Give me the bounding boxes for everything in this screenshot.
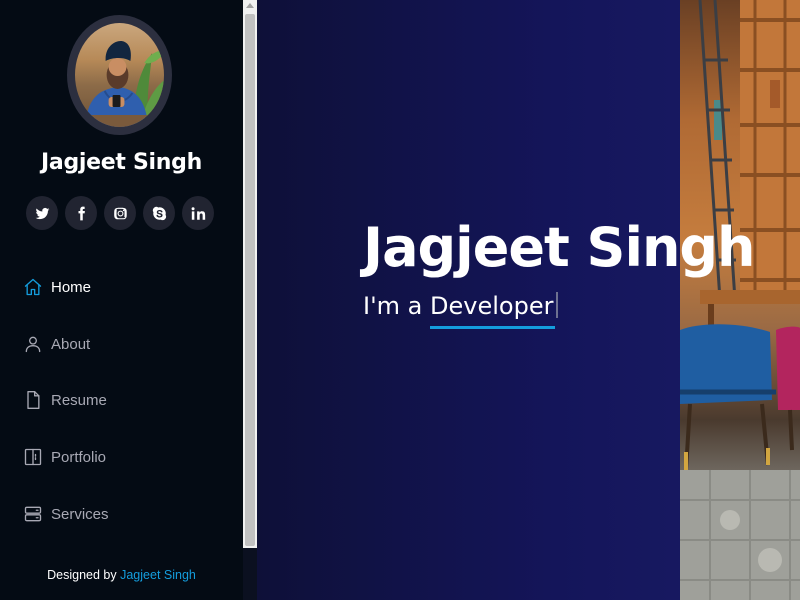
social-links	[26, 196, 214, 230]
sidebar: Jagjeet Singh Home About Resume Portfoli…	[0, 0, 243, 600]
credits-prefix: Designed by	[47, 568, 117, 582]
nav-label-resume: Resume	[51, 391, 107, 409]
facebook-icon	[78, 206, 85, 220]
hero-title: Jagjeet Singh	[363, 216, 755, 279]
scrollbar-thumb[interactable]	[245, 14, 255, 546]
server-icon	[22, 503, 44, 525]
nav-label-about: About	[51, 335, 91, 353]
linkedin-link[interactable]	[182, 196, 214, 230]
typed-text: Developer	[430, 292, 556, 329]
hero-section: Jagjeet Singh I'm a Developer	[257, 0, 800, 600]
twitter-link[interactable]	[26, 196, 58, 230]
instagram-icon	[113, 207, 127, 219]
nav-item-home[interactable]: Home	[22, 267, 222, 307]
scroll-up-icon[interactable]	[246, 3, 254, 8]
instagram-link[interactable]	[104, 196, 136, 230]
nav-label-home: Home	[51, 278, 92, 296]
home-icon	[22, 276, 44, 298]
avatar-frame	[67, 15, 172, 135]
sidebar-scrollbar[interactable]	[243, 0, 257, 600]
skype-link[interactable]	[143, 196, 175, 230]
linkedin-icon	[191, 206, 205, 220]
nav-item-resume[interactable]: Resume	[22, 380, 222, 420]
facebook-link[interactable]	[65, 196, 97, 230]
hero-subtitle-prefix: I'm a	[363, 292, 423, 320]
typing-cursor	[556, 292, 559, 318]
scrollbar-gap	[243, 548, 257, 600]
credits: Designed by Jagjeet Singh	[0, 568, 243, 582]
avatar[interactable]	[75, 23, 164, 127]
person-icon	[22, 333, 44, 355]
hero-background-photo	[680, 0, 800, 600]
nav-item-about[interactable]: About	[22, 324, 222, 364]
nav-label-services: Services	[51, 505, 109, 523]
nav-item-portfolio[interactable]: Portfolio	[22, 437, 222, 477]
profile-name: Jagjeet Singh	[41, 150, 202, 175]
skype-icon	[152, 206, 166, 220]
nav-label-portfolio: Portfolio	[51, 448, 107, 466]
book-icon	[22, 446, 44, 468]
credits-link[interactable]: Jagjeet Singh	[120, 568, 196, 582]
nav-item-services[interactable]: Services	[22, 494, 222, 534]
hero-subtitle: I'm a Developer	[363, 292, 559, 329]
twitter-icon	[35, 207, 49, 219]
file-icon	[22, 389, 44, 411]
